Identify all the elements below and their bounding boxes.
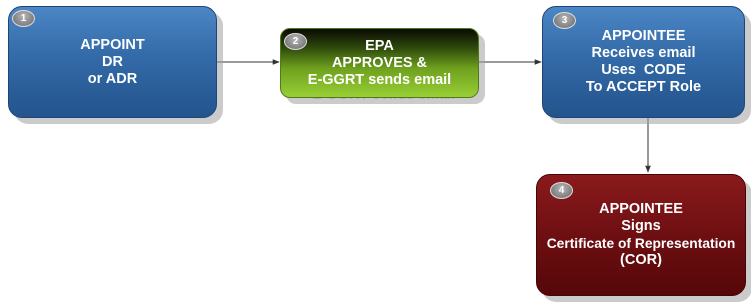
step-4-number-badge: 4 <box>550 182 573 199</box>
step-1-line-2: DR <box>102 53 123 70</box>
step-4-line-2: Signs <box>621 218 661 234</box>
step-2-line-2: APPROVES & <box>331 54 428 71</box>
step-2-number-badge: 2 <box>284 33 307 50</box>
step-2-line-3: E-GGRT sends email <box>307 71 452 88</box>
step-2-line-1: EPA <box>365 37 394 54</box>
step-1-line-3: or ADR <box>87 70 138 87</box>
step-2-box: EPA APPROVES & E-GGRT sends email <box>280 28 479 98</box>
step-1-number-badge: 1 <box>12 10 35 27</box>
step-3-line-4: To ACCEPT Role <box>585 79 702 95</box>
step-1-line-1: APPOINT <box>80 36 145 53</box>
step-3-line-1: APPOINTEE <box>601 28 686 44</box>
step-3-number-badge: 3 <box>553 12 576 29</box>
step-4-line-1: APPOINTEE <box>599 201 683 217</box>
step-3-line-3: Uses CODE <box>601 62 686 78</box>
step-1-box: APPOINT DR or ADR <box>8 6 217 118</box>
step-4-line-4: (COR) <box>620 252 662 268</box>
step-4-line-3: Certificate of Representation <box>546 236 736 251</box>
step-3-line-2: Receives email <box>591 45 696 61</box>
